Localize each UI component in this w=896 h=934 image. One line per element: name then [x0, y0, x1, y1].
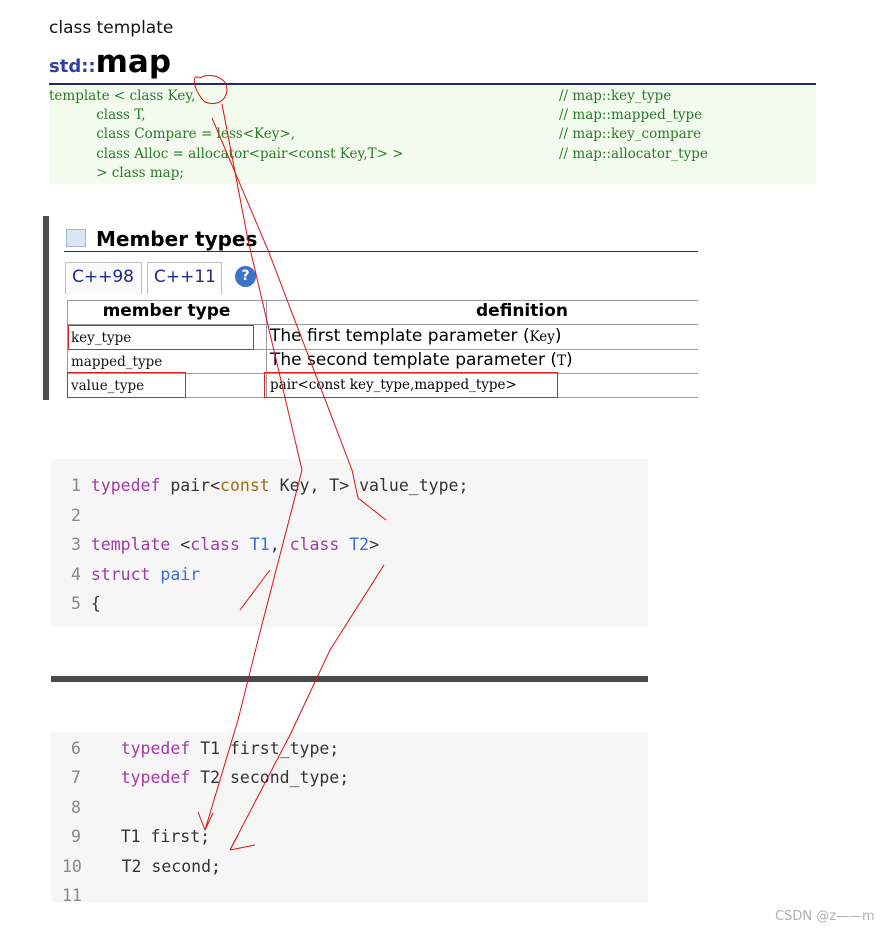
watermark: CSDN @z——m: [775, 909, 875, 924]
arrow-t-to-second-2: [229, 564, 385, 851]
arrow-t-to-second: [211, 117, 387, 521]
annotation-loop: [193, 75, 228, 104]
arrow-t-to-second-head: [229, 834, 256, 851]
annotation-arrows: [193, 75, 387, 851]
arrow-branch: [239, 569, 271, 611]
arrow-key-to-first: [204, 103, 303, 831]
